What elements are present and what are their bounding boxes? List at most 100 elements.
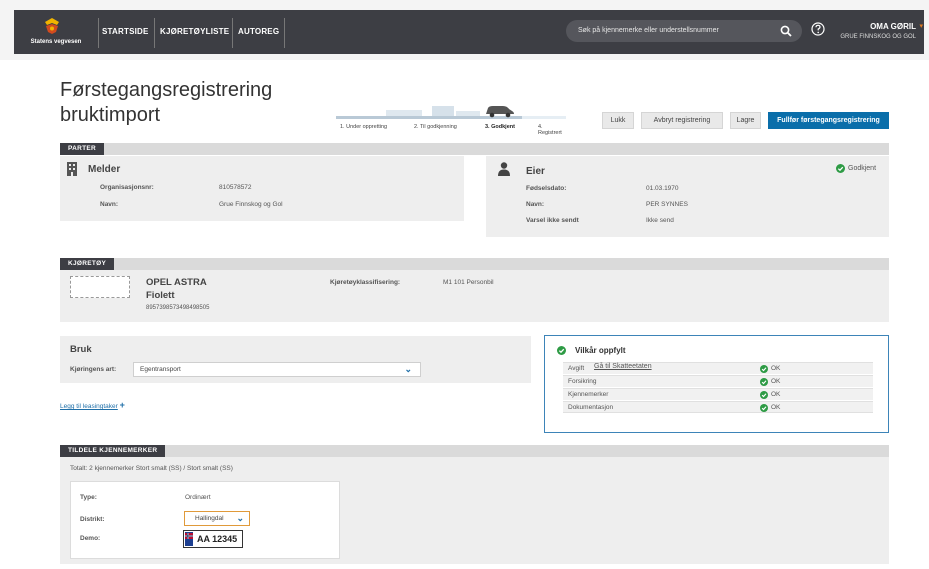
search-input[interactable]: Søk på kjennemerke eller understellsnumm…: [566, 20, 802, 42]
distrikt-label: Distrikt:: [80, 516, 105, 523]
vilkar-row-forsikring: Forsikring OK: [563, 375, 873, 387]
melder-name-label: Navn:: [100, 201, 119, 208]
demo-license-plate: AA 12345: [183, 530, 243, 548]
varsel-label: Varsel ikke sendt: [526, 217, 579, 224]
vehicle-vin: 8957398573498498505: [146, 305, 210, 311]
eier-name-label: Navn:: [526, 201, 545, 208]
bruk-panel: Bruk Kjøringens art: Egentransport ⌄: [60, 336, 531, 383]
step-godkjent: 3. Godkjent: [485, 124, 515, 130]
vilkar-title: Vilkår oppfylt: [575, 346, 626, 355]
nav-startside[interactable]: STARTSIDE: [102, 27, 149, 36]
vilkar-row-label: Forsikring: [568, 378, 597, 385]
nav-divider: [154, 18, 155, 48]
melder-name-value: Grue Finnskog og Gol: [219, 201, 283, 208]
parter-section-label: PARTER: [60, 143, 105, 155]
search-icon[interactable]: [780, 25, 792, 37]
check-circle-icon: [557, 346, 566, 355]
eier-name-value: PER SYNNES: [646, 201, 688, 208]
bruk-title: Bruk: [70, 344, 92, 355]
page-title: Førstegangsregistrering bruktimport: [60, 78, 272, 128]
avbryt-registrering-button[interactable]: Avbryt registrering: [641, 112, 723, 129]
kjoretoy-section-label: KJØRETØY: [60, 258, 115, 270]
kjoringens-art-label: Kjøringens art:: [70, 366, 117, 373]
org-label: Organisasjonsnr:: [100, 184, 154, 191]
vilkar-row-label: Dokumentasjon: [568, 404, 614, 411]
type-value: Ordinært: [185, 494, 211, 501]
nav-kjoretoyliste[interactable]: KJØRETØYLISTE: [160, 27, 229, 36]
plus-icon: +: [119, 400, 125, 410]
progress-stepper: 1. Under oppretting 2. Til godkjenning 3…: [336, 98, 566, 136]
vilkar-row-label: Kjennemerker: [568, 391, 609, 398]
step-registrert: 4. Registrert: [538, 124, 562, 136]
demo-plate-text: AA 12345: [197, 534, 238, 544]
vilkar-row-status: OK: [771, 404, 781, 411]
melder-title: Melder: [88, 164, 121, 175]
step-til-godkjenning: 2. Til godkjenning: [414, 124, 457, 130]
skatteetaten-link[interactable]: Gå til Skatteetaten: [594, 363, 652, 370]
vilkar-row-status: OK: [771, 391, 781, 398]
melder-panel: Melder Organisasjonsnr: 810578572 Navn: …: [60, 156, 464, 221]
logo-emblem-icon: [45, 18, 59, 34]
eier-title: Eier: [526, 166, 545, 177]
check-circle-icon: [760, 391, 768, 399]
kjoringens-art-select[interactable]: Egentransport ⌄: [133, 362, 421, 377]
header-bar: Statens vegvesen STARTSIDE KJØRETØYLISTE…: [14, 10, 924, 54]
parter-section-bar: PARTER: [60, 143, 889, 155]
search-placeholder: Søk på kjennemerke eller understellsnumm…: [578, 27, 719, 34]
vilkar-row-status: OK: [771, 378, 781, 385]
kjoretoy-panel: OPEL ASTRA Fiolett 8957398573498498505 K…: [60, 270, 889, 322]
vehicle-color: Fiolett: [146, 290, 175, 301]
nav-divider: [232, 18, 233, 48]
check-circle-icon: [760, 404, 768, 412]
type-label: Type:: [80, 494, 97, 501]
check-circle-icon: [836, 164, 845, 173]
fullfor-registrering-button[interactable]: Fullfør førstegangsregistrering: [768, 112, 889, 129]
user-name[interactable]: OMA GØRIL: [870, 22, 916, 31]
leasing-link-label: Legg til leasingtaker: [60, 403, 118, 410]
norway-flag-icon: [185, 532, 193, 546]
kjennemerker-summary: Totalt: 2 kjennemerker Stort smalt (SS) …: [70, 465, 233, 472]
help-icon[interactable]: [811, 22, 825, 36]
kjennemerker-section-label: TILDELE KJENNEMERKER: [60, 445, 166, 457]
varsel-value: Ikke send: [646, 217, 674, 224]
check-circle-icon: [760, 378, 768, 386]
eier-status: Godkjent: [848, 165, 877, 172]
vehicle-make: OPEL ASTRA: [146, 277, 207, 288]
top-bar: Statens vegvesen STARTSIDE KJØRETØYLISTE…: [0, 0, 929, 60]
dob-value: 01.03.1970: [646, 185, 679, 192]
lagre-button[interactable]: Lagre: [730, 112, 761, 129]
vilkar-row-status: OK: [771, 365, 781, 372]
legg-til-leasingtaker-link[interactable]: Legg til leasingtaker +: [60, 400, 125, 410]
chevron-down-icon: ⌄: [404, 364, 412, 374]
person-icon: [498, 162, 510, 176]
org-value: 810578572: [219, 184, 252, 191]
chevron-down-icon[interactable]: ▾: [919, 22, 923, 30]
vilkar-panel: Vilkår oppfylt Avgift Gå til Skatteetate…: [544, 335, 889, 433]
logo[interactable]: Statens vegvesen: [20, 16, 92, 50]
kjoretoy-section-bar: KJØRETØY: [60, 258, 889, 270]
step-under-oppretting: 1. Under oppretting: [340, 124, 388, 130]
building-icon: [67, 162, 77, 176]
nav-autoreg[interactable]: AUTOREG: [238, 27, 279, 36]
eier-panel: Eier Godkjent Fødselsdato: 01.03.1970 Na…: [486, 156, 889, 237]
dob-label: Fødselsdato:: [526, 185, 567, 192]
lukk-button[interactable]: Lukk: [602, 112, 634, 129]
car-icon: [486, 106, 514, 118]
vilkar-row-avgift: Avgift Gå til Skatteetaten OK: [563, 362, 873, 374]
distrikt-value: Hallingdal: [195, 515, 224, 522]
check-circle-icon: [760, 365, 768, 373]
vehicle-class-value: M1 101 Personbil: [443, 279, 494, 286]
vilkar-row-kjennemerker: Kjennemerker OK: [563, 388, 873, 400]
page-title-line1: Førstegangsregistrering: [60, 79, 273, 101]
page-title-line2: bruktimport: [60, 104, 161, 126]
nav-divider: [284, 18, 285, 48]
kjennemerker-section-bar: TILDELE KJENNEMERKER: [60, 445, 889, 457]
nav-divider: [98, 18, 99, 48]
vilkar-row-dokumentasjon: Dokumentasjon OK: [563, 401, 873, 413]
vehicle-class-label: Kjøretøyklassifisering:: [330, 279, 401, 286]
distrikt-select[interactable]: Hallingdal ⌄: [184, 511, 250, 526]
demo-label: Demo:: [80, 535, 101, 542]
chevron-down-icon: ⌄: [236, 513, 244, 523]
kjoringens-art-value: Egentransport: [140, 366, 181, 373]
vilkar-row-label: Avgift: [568, 365, 585, 372]
